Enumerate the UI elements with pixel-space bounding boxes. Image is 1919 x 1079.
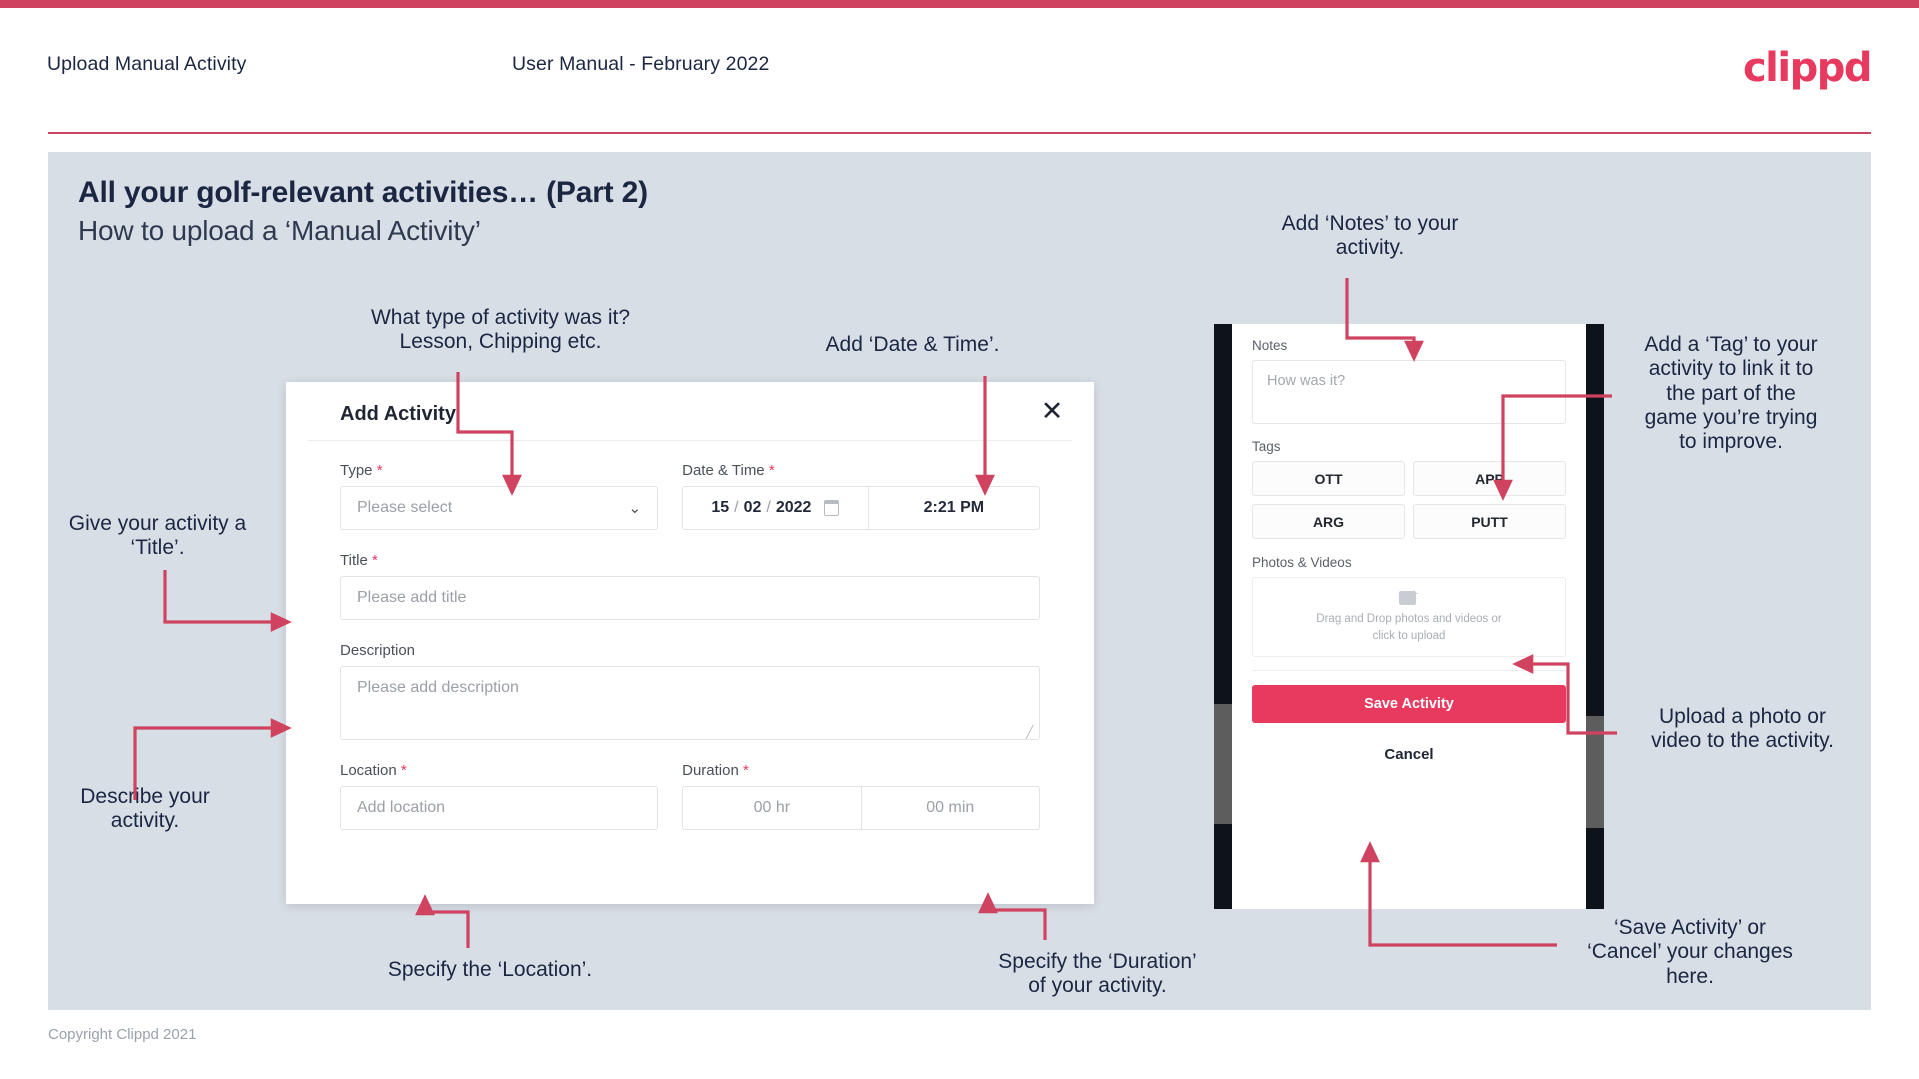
annotation-location: Specify the ‘Location’. bbox=[387, 958, 593, 981]
field-duration: Duration * 00 hr 00 min bbox=[682, 762, 1040, 830]
phone-volume-button-left bbox=[1214, 704, 1232, 824]
phone-mockup: Notes How was it? Tags OTT APP ARG PUTT … bbox=[1214, 324, 1604, 909]
title-placeholder: Please add title bbox=[357, 589, 467, 606]
annotation-save: ‘Save Activity’ or ‘Cancel’ your changes h… bbox=[1587, 916, 1793, 988]
annotation-duration: Specify the ‘Duration’ of your activity. bbox=[998, 950, 1197, 998]
phone-content: Notes How was it? Tags OTT APP ARG PUTT … bbox=[1232, 324, 1586, 657]
upload-line-1: Drag and Drop photos and videos or bbox=[1316, 612, 1502, 625]
annotation-datetime: Add ‘Date & Time’. bbox=[825, 333, 1000, 356]
description-placeholder: Please add description bbox=[357, 679, 519, 696]
slide-subtitle: How to upload a ‘Manual Activity’ bbox=[78, 215, 481, 246]
clippd-logo: clippd bbox=[1742, 45, 1873, 91]
required-marker: * bbox=[376, 462, 383, 479]
phone-divider bbox=[1252, 670, 1566, 671]
field-location: Location * Add location bbox=[340, 762, 659, 830]
duration-group: 00 hr 00 min bbox=[682, 786, 1040, 830]
duration-hours-input[interactable]: 00 hr bbox=[683, 787, 862, 829]
annotation-tag: Add a ‘Tag’ to your activity to link it t… bbox=[1644, 333, 1818, 454]
location-label: Location * bbox=[340, 762, 407, 779]
upload-instructions: Drag and Drop photos and videos or click… bbox=[1316, 611, 1501, 646]
field-title: Title * Please add title bbox=[340, 552, 1040, 620]
required-marker: * bbox=[768, 462, 775, 479]
dialog-title: Add Activity bbox=[340, 403, 456, 425]
description-label: Description bbox=[340, 642, 416, 659]
notes-placeholder: How was it? bbox=[1267, 373, 1346, 389]
date-day: 15 bbox=[711, 499, 730, 516]
required-marker: * bbox=[743, 762, 749, 779]
tag-button-arg[interactable]: ARG bbox=[1252, 504, 1405, 539]
annotation-title: Give your activity a ‘Title’. bbox=[68, 512, 247, 560]
time-input[interactable]: 2:21 PM bbox=[869, 487, 1039, 529]
tags-grid: OTT APP ARG PUTT bbox=[1252, 461, 1566, 539]
row-type-datetime: Type * Please select ⌄ Date & Time * 15 … bbox=[340, 462, 1040, 530]
field-description: Description Please add description ╱ bbox=[340, 642, 1040, 740]
upload-line-2: click to upload bbox=[1372, 630, 1446, 642]
resize-handle-icon[interactable]: ╱ bbox=[1026, 726, 1036, 738]
top-accent-bar bbox=[0, 0, 1919, 8]
slide-title: All your golf-relevant activities… (Part… bbox=[78, 176, 648, 209]
header-subtitle: User Manual - February 2022 bbox=[512, 53, 770, 75]
notes-label: Notes bbox=[1252, 338, 1288, 353]
page-header: Upload Manual Activity User Manual - Feb… bbox=[0, 8, 1919, 134]
header-divider bbox=[48, 132, 1871, 134]
page-title: Upload Manual Activity bbox=[47, 53, 247, 75]
location-placeholder: Add location bbox=[357, 799, 446, 816]
phone-screen: Notes How was it? Tags OTT APP ARG PUTT … bbox=[1232, 324, 1586, 909]
type-label: Type * bbox=[340, 462, 383, 479]
row-location-duration: Location * Add location Duration * 00 hr… bbox=[340, 762, 1040, 830]
notes-textarea[interactable]: How was it? bbox=[1252, 360, 1566, 424]
date-year: 2022 bbox=[775, 499, 812, 516]
type-select[interactable]: Please select ⌄ bbox=[340, 486, 659, 530]
date-sep: / bbox=[734, 499, 739, 516]
photo-upload-dropzone[interactable]: + Drag and Drop photos and videos or cli… bbox=[1252, 577, 1566, 657]
calendar-icon[interactable] bbox=[824, 500, 840, 516]
annotation-upload: Upload a photo or video to the activity. bbox=[1651, 705, 1834, 753]
dialog-body: Type * Please select ⌄ Date & Time * 15 … bbox=[340, 462, 1040, 830]
field-type: Type * Please select ⌄ bbox=[340, 462, 659, 530]
annotation-description: Describe your activity. bbox=[80, 785, 210, 833]
datetime-label: Date & Time * bbox=[682, 462, 775, 479]
duration-minutes-input[interactable]: 00 min bbox=[862, 787, 1039, 829]
cancel-button[interactable]: Cancel bbox=[1232, 746, 1586, 763]
chevron-down-icon: ⌄ bbox=[628, 499, 642, 517]
description-textarea[interactable]: Please add description ╱ bbox=[340, 666, 1040, 740]
dialog-divider bbox=[308, 440, 1072, 441]
location-input[interactable]: Add location bbox=[340, 786, 659, 830]
title-label: Title * bbox=[340, 552, 378, 569]
title-input[interactable]: Please add title bbox=[340, 576, 1040, 620]
tags-label: Tags bbox=[1252, 439, 1281, 454]
tag-button-ott[interactable]: OTT bbox=[1252, 461, 1405, 496]
required-marker: * bbox=[400, 762, 407, 779]
date-sep: / bbox=[766, 499, 771, 516]
copyright-text: Copyright Clippd 2021 bbox=[48, 1026, 197, 1043]
field-datetime: Date & Time * 15 / 02 / 2022 2:21 PM bbox=[682, 462, 1040, 530]
add-activity-dialog: Add Activity ✕ Type * Please select ⌄ Da… bbox=[286, 382, 1094, 904]
phone-power-button-right bbox=[1586, 716, 1604, 828]
duration-label: Duration * bbox=[682, 762, 749, 779]
dialog-header: Add Activity ✕ bbox=[286, 382, 1094, 440]
annotation-type: What type of activity was it? Lesson, Chi… bbox=[370, 306, 631, 354]
save-activity-button[interactable]: Save Activity bbox=[1252, 685, 1566, 723]
tag-button-putt[interactable]: PUTT bbox=[1413, 504, 1566, 539]
type-placeholder: Please select bbox=[357, 499, 453, 516]
image-add-icon: + bbox=[1399, 588, 1419, 606]
date-input[interactable]: 15 / 02 / 2022 bbox=[683, 487, 869, 529]
datetime-group: 15 / 02 / 2022 2:21 PM bbox=[682, 486, 1040, 530]
close-icon[interactable]: ✕ bbox=[1035, 396, 1069, 430]
tag-button-app[interactable]: APP bbox=[1413, 461, 1566, 496]
date-month: 02 bbox=[743, 499, 762, 516]
annotation-notes: Add ‘Notes’ to your activity. bbox=[1281, 212, 1459, 260]
required-marker: * bbox=[371, 552, 378, 569]
photos-videos-label: Photos & Videos bbox=[1252, 555, 1352, 570]
